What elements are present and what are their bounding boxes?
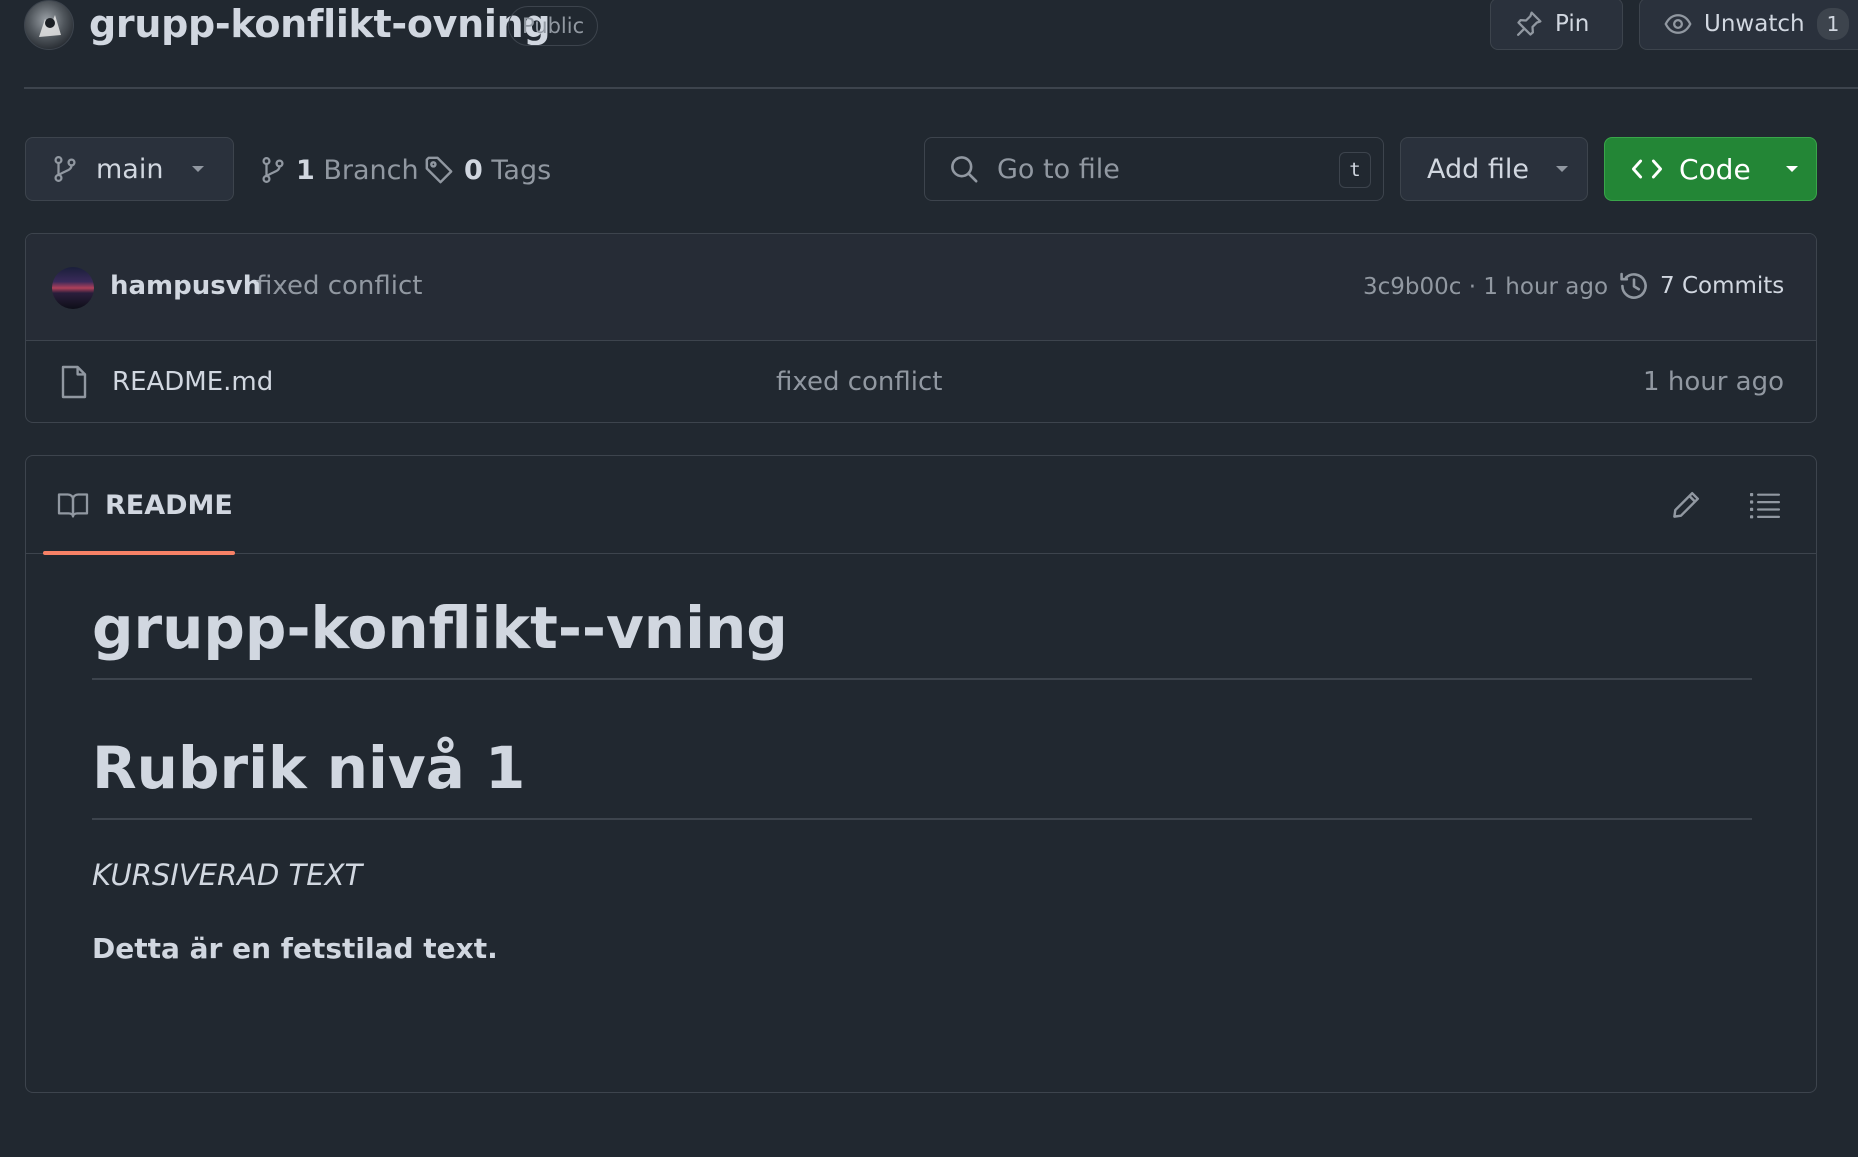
go-to-file-input[interactable]: [997, 153, 1317, 185]
chevron-down-icon: [1555, 165, 1569, 173]
readme-content: grupp-konflikt--vning Rubrik nivå 1 KURS…: [92, 554, 1752, 965]
tags-link[interactable]: 0 Tags: [424, 150, 551, 190]
readme-tab-label: README: [105, 489, 233, 521]
unwatch-button[interactable]: Unwatch 1: [1639, 0, 1858, 50]
owner-avatar[interactable]: [24, 0, 74, 50]
file-row[interactable]: README.md fixed conflict 1 hour ago: [26, 341, 1816, 422]
add-file-button[interactable]: Add file: [1400, 137, 1588, 201]
history-icon: [1618, 270, 1650, 302]
file-browser: hampusvh fixed conflict 3c9b00c · 1 hour…: [25, 233, 1817, 423]
repo-name[interactable]: grupp-konflikt-ovning: [89, 2, 551, 46]
readme-bold-text: Detta är en fetstilad text.: [92, 932, 498, 965]
repo-header: grupp-konflikt-ovning Public Pin Unwatch…: [0, 0, 1858, 90]
file-age: 1 hour ago: [1643, 367, 1784, 397]
branches-link[interactable]: 1 Branch: [260, 150, 419, 190]
commits-history-link[interactable]: 7 Commits: [1618, 266, 1784, 306]
tag-count: 0: [464, 154, 483, 186]
add-file-label: Add file: [1427, 153, 1529, 185]
readme-heading-level1: Rubrik nivå 1: [92, 680, 1752, 820]
branch-name: main: [96, 153, 164, 185]
readme-heading-title: grupp-konflikt--vning: [92, 554, 1752, 680]
readme-header: README: [26, 456, 1816, 555]
branch-label: Branch: [323, 154, 419, 186]
avatar[interactable]: [52, 267, 94, 309]
readme-italic-text: KURSIVERAD TEXT: [92, 858, 363, 892]
commit-author[interactable]: hampusvh: [110, 271, 261, 301]
pin-icon: [1515, 10, 1543, 38]
eye-icon: [1664, 10, 1692, 38]
commit-hash-time[interactable]: 3c9b00c · 1 hour ago: [1363, 274, 1608, 300]
visibility-badge: Public: [508, 6, 599, 46]
file-name[interactable]: README.md: [112, 367, 273, 397]
file-icon: [60, 365, 88, 399]
branch-count: 1: [296, 154, 315, 186]
commits-label: 7 Commits: [1660, 273, 1785, 299]
watch-count: 1: [1816, 8, 1850, 40]
code-button[interactable]: Code: [1604, 137, 1817, 201]
pencil-icon[interactable]: [1671, 490, 1701, 520]
git-branch-icon: [52, 154, 78, 184]
tag-icon: [424, 155, 454, 185]
pin-button[interactable]: Pin: [1490, 0, 1623, 50]
readme-panel: README grupp-konflikt--vning Rubrik nivå…: [25, 455, 1817, 1093]
chevron-down-icon: [191, 165, 205, 173]
code-icon: [1631, 157, 1663, 181]
go-to-file-field[interactable]: t: [924, 137, 1384, 201]
file-commit-message[interactable]: fixed conflict: [776, 367, 943, 397]
commit-message[interactable]: fixed conflict: [256, 271, 423, 301]
latest-commit-bar: hampusvh fixed conflict 3c9b00c · 1 hour…: [26, 234, 1816, 341]
header-divider: [24, 87, 1858, 89]
tab-readme[interactable]: README: [43, 456, 235, 555]
branch-select-button[interactable]: main: [25, 137, 234, 201]
pin-label: Pin: [1555, 11, 1590, 37]
keyboard-shortcut-hint: t: [1339, 152, 1371, 188]
unwatch-label: Unwatch: [1704, 11, 1805, 37]
code-label: Code: [1679, 152, 1751, 186]
book-icon: [57, 491, 89, 519]
git-branch-icon: [260, 155, 286, 185]
chevron-down-icon: [1785, 165, 1799, 173]
tag-label: Tags: [491, 154, 552, 186]
search-icon: [949, 154, 979, 184]
list-outline-icon[interactable]: [1749, 490, 1781, 520]
